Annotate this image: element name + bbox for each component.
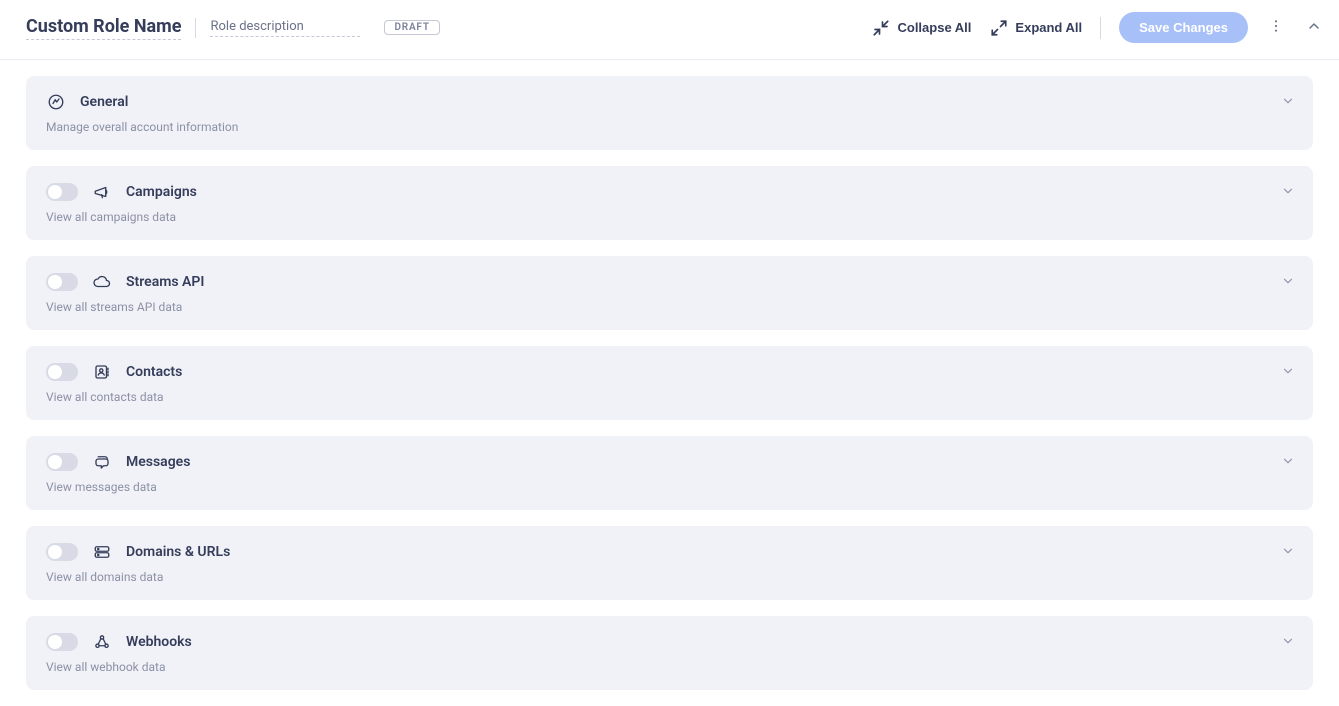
chevron-down-icon [1281, 366, 1295, 382]
section-description: View all streams API data [46, 300, 1293, 314]
section-header-row[interactable]: Webhooks [46, 632, 1293, 652]
section-description: View all webhook data [46, 660, 1293, 674]
header-left: Custom Role Name Role description DRAFT [26, 16, 440, 40]
section-header-row[interactable]: Contacts [46, 362, 1293, 382]
chevron-down-icon [1281, 636, 1295, 652]
section-campaigns: Campaigns View all campaigns data [26, 166, 1313, 240]
section-messages: Messages View messages data [26, 436, 1313, 510]
role-description-input[interactable]: Role description [210, 19, 360, 37]
collapse-icon [871, 18, 891, 38]
collapse-all-label: Collapse All [897, 20, 971, 35]
expand-section-button[interactable] [1281, 364, 1295, 382]
expand-section-button[interactable] [1281, 544, 1295, 562]
section-title: Domains & URLs [126, 544, 230, 560]
section-domains: Domains & URLs View all domains data [26, 526, 1313, 600]
webhook-icon [92, 632, 112, 652]
section-title: Messages [126, 454, 190, 470]
section-description: View messages data [46, 480, 1293, 494]
section-header-row[interactable]: Streams API [46, 272, 1293, 292]
section-header-row[interactable]: Messages [46, 452, 1293, 472]
section-title: Contacts [126, 364, 182, 380]
megaphone-icon [92, 182, 112, 202]
dashboard-icon [46, 92, 66, 112]
section-header-row[interactable]: General [46, 92, 1293, 112]
contacts-icon [92, 362, 112, 382]
expand-section-button[interactable] [1281, 634, 1295, 652]
sections-container: General Manage overall account informati… [0, 60, 1339, 706]
save-changes-button[interactable]: Save Changes [1119, 12, 1248, 43]
toggle-switch[interactable] [46, 633, 78, 651]
role-name-input[interactable]: Custom Role Name [26, 16, 181, 40]
expand-icon [989, 18, 1009, 38]
status-badge: DRAFT [384, 20, 439, 35]
section-title: Webhooks [126, 634, 192, 650]
cloud-icon [92, 272, 112, 292]
chevron-up-icon [1306, 18, 1322, 37]
server-icon [92, 542, 112, 562]
more-options-button[interactable] [1266, 18, 1286, 38]
expand-all-button[interactable]: Expand All [989, 18, 1082, 38]
collapse-all-button[interactable]: Collapse All [871, 18, 971, 38]
dots-vertical-icon [1268, 18, 1284, 37]
expand-section-button[interactable] [1281, 94, 1295, 112]
chevron-down-icon [1281, 186, 1295, 202]
section-webhooks: Webhooks View all webhook data [26, 616, 1313, 690]
section-title: General [80, 94, 128, 110]
chevron-down-icon [1281, 546, 1295, 562]
expand-section-button[interactable] [1281, 454, 1295, 472]
vertical-divider [1100, 17, 1101, 39]
toggle-switch[interactable] [46, 273, 78, 291]
messages-icon [92, 452, 112, 472]
section-general: General Manage overall account informati… [26, 76, 1313, 150]
section-contacts: Contacts View all contacts data [26, 346, 1313, 420]
chevron-down-icon [1281, 96, 1295, 112]
toggle-switch[interactable] [46, 543, 78, 561]
header-right: Collapse All Expand All Save Changes [871, 12, 1324, 43]
section-header-row[interactable]: Domains & URLs [46, 542, 1293, 562]
toggle-switch[interactable] [46, 363, 78, 381]
toggle-switch[interactable] [46, 453, 78, 471]
expand-section-button[interactable] [1281, 274, 1295, 292]
section-description: View all contacts data [46, 390, 1293, 404]
toggle-switch[interactable] [46, 183, 78, 201]
section-description: Manage overall account information [46, 120, 1293, 134]
chevron-down-icon [1281, 276, 1295, 292]
expand-all-label: Expand All [1015, 20, 1082, 35]
section-title: Campaigns [126, 184, 197, 200]
section-description: View all campaigns data [46, 210, 1293, 224]
page-header: Custom Role Name Role description DRAFT … [0, 0, 1339, 60]
collapse-panel-button[interactable] [1304, 18, 1324, 38]
expand-section-button[interactable] [1281, 184, 1295, 202]
vertical-divider [195, 18, 196, 38]
section-description: View all domains data [46, 570, 1293, 584]
chevron-down-icon [1281, 456, 1295, 472]
section-title: Streams API [126, 274, 204, 290]
section-header-row[interactable]: Campaigns [46, 182, 1293, 202]
section-streams-api: Streams API View all streams API data [26, 256, 1313, 330]
